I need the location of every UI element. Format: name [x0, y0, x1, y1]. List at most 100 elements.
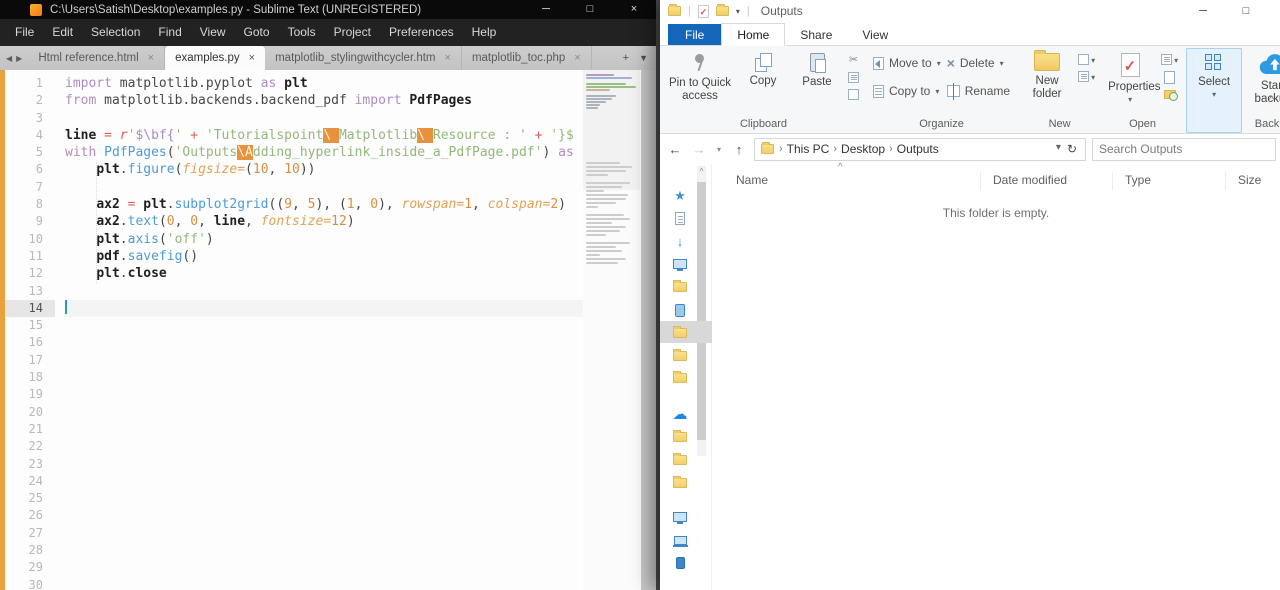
code-line-2[interactable]: from matplotlib.backends.backend_pdf imp… — [65, 92, 583, 109]
code-line-27[interactable] — [65, 525, 583, 542]
maximize-button[interactable]: □ — [568, 0, 612, 19]
move-to-button[interactable]: Move to ▾ — [873, 56, 941, 70]
easy-access-icon[interactable] — [1078, 71, 1089, 82]
nav-item-folder[interactable] — [660, 277, 700, 297]
code-line-14[interactable] — [65, 300, 583, 317]
forward-icon[interactable]: → — [690, 142, 708, 157]
menu-tools[interactable]: Tools — [279, 19, 325, 46]
select-button[interactable]: Select ▾ — [1187, 49, 1241, 99]
nav-item-folder[interactable] — [660, 450, 700, 470]
nav-item-folder[interactable] — [660, 427, 700, 447]
ribbon-tab-share[interactable]: Share — [785, 24, 847, 45]
ribbon-tab-file[interactable]: File — [668, 24, 721, 45]
column-header-date-modified[interactable]: Date modified — [993, 173, 1067, 187]
breadcrumb-outputs[interactable]: Outputs — [893, 142, 943, 156]
column-header-size[interactable]: Size — [1238, 173, 1261, 187]
delete-button[interactable]: × Delete ▾ — [947, 56, 1010, 70]
code-line-26[interactable] — [65, 507, 583, 524]
code-line-21[interactable] — [65, 421, 583, 438]
recent-locations-icon[interactable]: ▾ — [714, 145, 724, 154]
scroll-up-icon[interactable]: ^ — [697, 167, 706, 176]
nav-item-document[interactable] — [660, 209, 700, 229]
editor-tab-matplotlib_stylingwithcycler-htm[interactable]: matplotlib_stylingwithcycler.htm× — [265, 46, 462, 70]
minimap-viewport[interactable] — [583, 70, 640, 190]
collapse-ribbon-icon[interactable]: ^ — [1269, 94, 1274, 106]
explorer-maximize-button[interactable]: □ — [1229, 0, 1263, 22]
menu-view[interactable]: View — [191, 19, 235, 46]
nav-item-this-pc[interactable] — [660, 507, 700, 527]
copy-path-icon[interactable] — [848, 72, 859, 83]
nav-item-folder[interactable] — [660, 473, 700, 493]
ribbon-tab-home[interactable]: Home — [721, 23, 785, 46]
rename-button[interactable]: Rename — [947, 84, 1010, 98]
editor-tab-examples-py[interactable]: examples.py× — [165, 46, 265, 70]
code-line-5[interactable]: with PdfPages('Outputs\Adding_hyperlink_… — [65, 144, 583, 161]
code-line-13[interactable] — [65, 283, 583, 300]
search-input[interactable] — [1099, 142, 1269, 156]
nav-item-desktop[interactable] — [660, 254, 700, 274]
code-area[interactable]: import matplotlib.pyplot as pltfrom matp… — [65, 75, 583, 590]
menu-project[interactable]: Project — [325, 19, 380, 46]
menu-help[interactable]: Help — [463, 19, 506, 46]
code-line-4[interactable]: line = r'$\bf{' + 'Tutorialspoint\ Matpl… — [65, 127, 583, 144]
copy-button[interactable]: Copy — [736, 48, 790, 88]
new-item-icon[interactable] — [1078, 54, 1089, 65]
code-line-19[interactable] — [65, 386, 583, 403]
editor[interactable]: 1234567891011121314151617181920212223242… — [0, 70, 656, 590]
search-box[interactable] — [1092, 138, 1276, 161]
breadcrumb-this-pc[interactable]: This PC — [783, 142, 834, 156]
address-box[interactable]: ›This PC›Desktop›Outputs ▾ ↻ — [754, 138, 1086, 161]
file-list[interactable]: ^ NameDate modifiedTypeSize This folder … — [712, 164, 1280, 590]
code-line-15[interactable] — [65, 317, 583, 334]
column-header-type[interactable]: Type — [1125, 173, 1151, 187]
code-line-29[interactable] — [65, 559, 583, 576]
editor-scrollbar[interactable] — [641, 70, 656, 590]
tab-close-icon[interactable]: × — [148, 52, 154, 64]
properties-quick-icon[interactable]: ✓ — [698, 5, 709, 18]
column-separator[interactable] — [980, 172, 981, 190]
code-line-1[interactable]: import matplotlib.pyplot as plt — [65, 75, 583, 92]
code-line-12[interactable]: plt.close — [65, 265, 583, 282]
code-line-28[interactable] — [65, 542, 583, 559]
pin-to-quick-access-button[interactable]: Pin to Quick access — [664, 48, 736, 103]
customize-qat-icon[interactable]: ▾ — [736, 7, 740, 16]
column-header-name[interactable]: Name — [736, 173, 768, 187]
editor-tab-html-reference-html[interactable]: Html reference.html× — [28, 46, 165, 70]
new-tab-icon[interactable]: + — [623, 52, 629, 64]
code-line-3[interactable] — [65, 110, 583, 127]
menu-goto[interactable]: Goto — [235, 19, 279, 46]
code-line-24[interactable] — [65, 473, 583, 490]
nav-item-folder[interactable] — [660, 346, 700, 366]
nav-item-folder[interactable] — [660, 368, 700, 388]
paste-shortcut-icon[interactable] — [848, 89, 859, 100]
menu-edit[interactable]: Edit — [43, 19, 82, 46]
refresh-icon[interactable]: ↻ — [1067, 142, 1077, 156]
code-line-30[interactable] — [65, 577, 583, 590]
new-folder-button[interactable]: New folder — [1020, 48, 1074, 101]
up-icon[interactable]: ↑ — [730, 142, 748, 157]
column-separator[interactable] — [1225, 172, 1226, 190]
editor-tab-matplotlib_toc-php[interactable]: matplotlib_toc.php× — [462, 46, 592, 70]
address-dropdown-icon[interactable]: ▾ — [1056, 142, 1061, 156]
new-folder-quick-icon[interactable] — [716, 6, 729, 16]
minimap[interactable] — [583, 70, 640, 590]
tab-close-icon[interactable]: × — [249, 52, 255, 64]
properties-small-icon[interactable] — [1161, 54, 1172, 65]
copy-to-button[interactable]: Copy to ▾ — [873, 84, 941, 98]
nav-item-phone[interactable] — [660, 553, 700, 573]
code-line-16[interactable] — [65, 334, 583, 351]
code-line-8[interactable]: ax2 = plt.subplot2grid((9, 5), (1, 0), r… — [65, 196, 583, 213]
code-line-23[interactable] — [65, 456, 583, 473]
tab-close-icon[interactable]: × — [445, 52, 451, 64]
column-separator[interactable] — [1112, 172, 1113, 190]
nav-item-quick-access[interactable]: ★ — [660, 186, 700, 206]
edit-icon[interactable] — [1164, 71, 1175, 84]
menu-preferences[interactable]: Preferences — [380, 19, 463, 46]
properties-button[interactable]: Properties ▾ — [1103, 48, 1157, 104]
code-line-25[interactable] — [65, 490, 583, 507]
code-line-7[interactable] — [65, 179, 583, 196]
menu-selection[interactable]: Selection — [82, 19, 149, 46]
history-icon[interactable] — [1164, 90, 1176, 99]
close-button[interactable]: × — [612, 0, 656, 19]
paste-button[interactable]: Paste — [790, 48, 844, 89]
